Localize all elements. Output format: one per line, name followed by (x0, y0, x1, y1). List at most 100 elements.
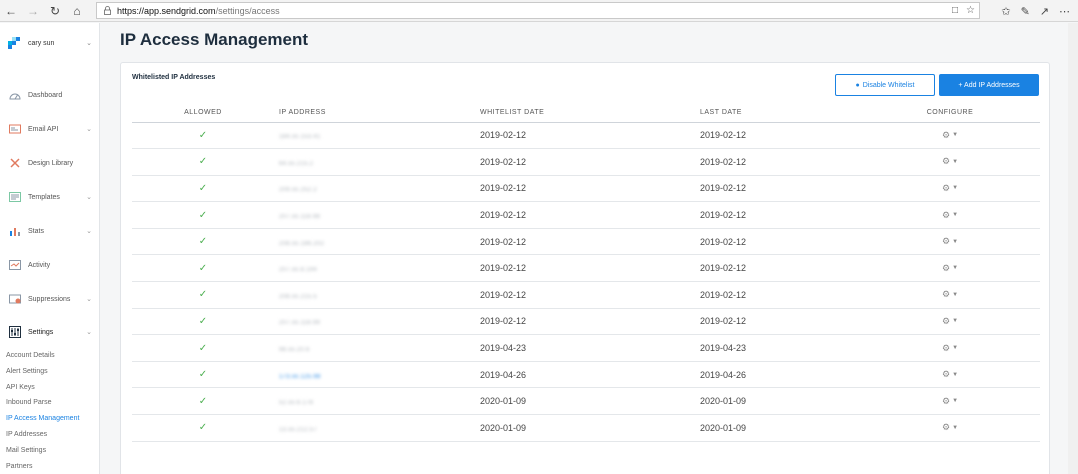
configure-dropdown[interactable]: ⚙ ▼ (942, 236, 958, 247)
last-date-cell: 2019-04-23 (700, 334, 860, 362)
share-icon[interactable]: ↗ (1040, 5, 1049, 18)
table-row: ✓ 64.xx.215.2 2019-02-12 2019-02-12 ⚙ ▼ (132, 148, 1040, 176)
gear-icon: ⚙ (941, 422, 951, 433)
table-row: ✓ 207.xx.118.99 2019-02-12 2019-02-12 ⚙ ▼ (132, 308, 1040, 336)
ip-cell: 184.xx.153.41 (274, 122, 480, 150)
ip-cell: 64.xx.215.2 (274, 148, 480, 176)
design-library-icon (8, 157, 22, 169)
sidebar-item-stats[interactable]: Stats ⌄ (8, 223, 96, 239)
ip-table: ALLOWED IP ADDRESS WHITELIST DATE LAST D… (132, 103, 1040, 442)
configure-dropdown[interactable]: ⚙ ▼ (942, 422, 958, 433)
configure-dropdown[interactable]: ⚙ ▼ (942, 130, 958, 141)
lock-icon (101, 5, 113, 17)
configure-cell: ⚙ ▼ (860, 308, 1040, 336)
col-ip-header: IP ADDRESS (274, 103, 480, 123)
email-api-icon (8, 123, 22, 135)
checkmark-icon: ✓ (198, 422, 208, 434)
page-scrollbar[interactable] (1068, 23, 1078, 474)
add-ip-addresses-button[interactable]: + Add IP Addresses (939, 74, 1039, 96)
configure-dropdown[interactable]: ⚙ ▼ (942, 210, 958, 221)
whitelist-date-cell: 2019-02-12 (480, 122, 700, 150)
col-whitelist-date-header: WHITELIST DATE (480, 103, 700, 123)
configure-cell: ⚙ ▼ (860, 228, 1040, 256)
allowed-cell: ✓ (132, 334, 274, 362)
sidebar-item-label: Dashboard (28, 91, 63, 99)
address-bar[interactable]: https://app.sendgrid.com/settings/access… (96, 2, 980, 19)
ip-address: 64.xx.215.2 (279, 160, 314, 167)
settings-subitem-ip-access-management[interactable]: IP Access Management (6, 413, 79, 425)
configure-dropdown[interactable]: ⚙ ▼ (942, 396, 958, 407)
sidebar-item-suppressions[interactable]: Suppressions ⌄ (8, 291, 96, 307)
caret-down-icon: ▼ (952, 291, 959, 298)
checkmark-icon: ✓ (198, 369, 208, 381)
configure-dropdown[interactable]: ⚙ ▼ (942, 289, 958, 300)
reading-view-icon[interactable]: □ (952, 5, 958, 16)
whitelist-date-cell: 2019-02-12 (480, 254, 700, 283)
more-icon[interactable]: ⋯ (1059, 5, 1070, 18)
checkmark-icon: ✓ (198, 182, 208, 194)
disable-whitelist-button[interactable]: ● Disable Whitelist (835, 74, 935, 96)
refresh-icon[interactable]: ↻ (44, 0, 66, 22)
settings-subitem-alert-settings[interactable]: Alert Settings (6, 366, 48, 378)
configure-cell: ⚙ ▼ (860, 148, 1040, 176)
configure-dropdown[interactable]: ⚙ ▼ (942, 156, 958, 167)
settings-subitem-mail-settings[interactable]: Mail Settings (6, 445, 46, 457)
whitelist-date-cell: 2019-02-12 (480, 175, 700, 203)
gear-icon: ⚙ (941, 209, 951, 220)
table-row: ✓ 207.xx.8.194 2019-02-12 2019-02-12 ⚙ ▼ (132, 254, 1040, 283)
configure-cell: ⚙ ▼ (860, 387, 1040, 416)
allowed-cell: ✓ (132, 148, 274, 176)
sidebar-item-label: Design Library (28, 159, 74, 167)
configure-dropdown[interactable]: ⚙ ▼ (942, 263, 958, 274)
sidebar-item-settings[interactable]: Settings ⌄ (8, 324, 96, 340)
sidebar-item-email-api[interactable]: Email API ⌄ (8, 121, 96, 137)
favorites-icon[interactable]: ✩ (1001, 5, 1010, 18)
favorite-star-icon[interactable]: ☆ (966, 5, 975, 16)
pen-icon[interactable]: ✎ (1021, 5, 1030, 18)
templates-icon (8, 191, 22, 203)
ip-address: 209.xx.252.2 (279, 187, 317, 194)
caret-down-icon: ▼ (952, 318, 959, 325)
configure-dropdown[interactable]: ⚙ ▼ (942, 343, 958, 354)
back-icon[interactable]: ← (0, 0, 22, 22)
sidebar-item-activity[interactable]: Activity (8, 257, 96, 273)
gear-icon: ⚙ (941, 369, 951, 380)
whitelist-date-cell: 2019-02-12 (480, 281, 700, 309)
sidebar-item-design-library[interactable]: Design Library (8, 155, 96, 171)
settings-subitem-account-details[interactable]: Account Details (6, 350, 55, 362)
caret-down-icon: ▼ (952, 398, 959, 405)
checkmark-icon: ✓ (198, 236, 208, 248)
checkmark-icon: ✓ (198, 315, 208, 327)
sidebar-item-label: Suppressions (28, 295, 71, 303)
sendgrid-logo-icon (8, 37, 20, 49)
configure-dropdown[interactable]: ⚙ ▼ (942, 369, 958, 380)
configure-dropdown[interactable]: ⚙ ▼ (942, 183, 958, 194)
ip-address: 13.xx.212.57 (279, 426, 317, 433)
sidebar-item-templates[interactable]: Templates ⌄ (8, 189, 96, 205)
checkmark-icon: ✓ (198, 262, 208, 274)
allowed-cell: ✓ (132, 254, 274, 283)
gear-icon: ⚙ (941, 289, 951, 300)
last-date-cell: 2019-04-26 (700, 361, 860, 389)
ip-cell: 208.xx.186.202 (274, 228, 480, 256)
table-row: ✓ 208.xx.215.5 2019-02-12 2019-02-12 ⚙ ▼ (132, 281, 1040, 309)
settings-subitem-inbound-parse[interactable]: Inbound Parse (6, 397, 52, 409)
settings-subitem-partners[interactable]: Partners (6, 461, 32, 473)
whitelist-card: Whitelisted IP Addresses ● Disable White… (120, 62, 1050, 474)
ip-cell[interactable]: 173.xx.125.98 (274, 361, 480, 389)
forward-icon[interactable]: → (22, 0, 44, 22)
checkmark-icon: ✓ (198, 289, 208, 301)
user-menu[interactable]: cary sun ⌄ (8, 36, 96, 50)
gear-icon: ⚙ (941, 262, 951, 273)
configure-cell: ⚙ ▼ (860, 414, 1040, 442)
sidebar: cary sun ⌄ Dashboard Email API ⌄ Design Lib… (0, 23, 100, 474)
url-host: https://app.sendgrid.com (117, 5, 216, 16)
ip-address[interactable]: 173.xx.125.98 (279, 374, 321, 380)
home-icon[interactable]: ⌂ (66, 0, 88, 22)
settings-subitem-api-keys[interactable]: API Keys (6, 382, 35, 394)
settings-subitem-ip-addresses[interactable]: IP Addresses (6, 429, 47, 441)
configure-cell: ⚙ ▼ (860, 175, 1040, 203)
gear-icon: ⚙ (941, 315, 951, 326)
sidebar-item-dashboard[interactable]: Dashboard (8, 87, 96, 103)
configure-dropdown[interactable]: ⚙ ▼ (942, 316, 958, 327)
